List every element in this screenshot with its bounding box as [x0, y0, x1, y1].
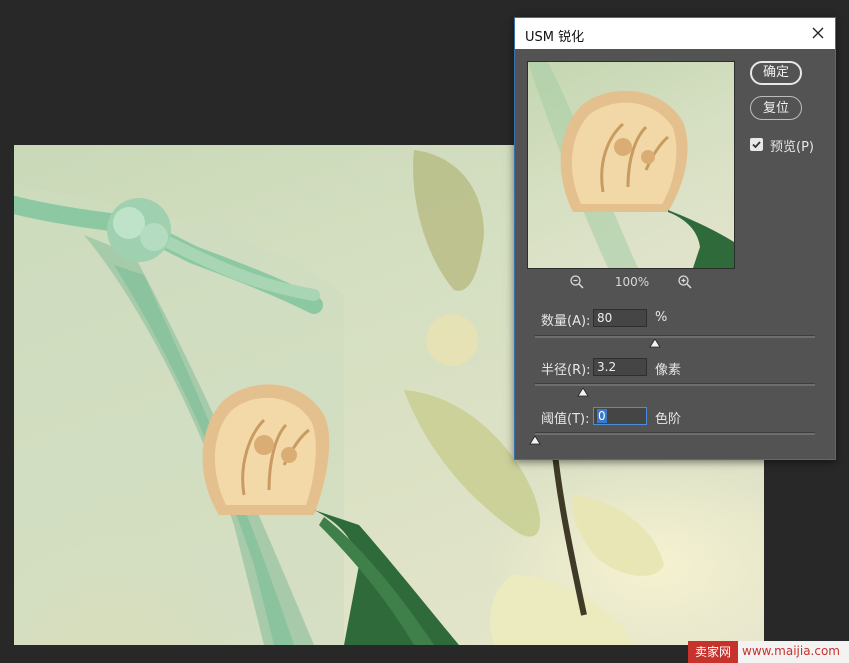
dialog-title: USM 锐化 [525, 30, 585, 45]
amount-input[interactable]: 80 [593, 309, 647, 327]
check-icon [752, 141, 761, 149]
threshold-slider-thumb[interactable] [529, 436, 541, 445]
preview-label[interactable]: 预览(P) [770, 136, 814, 155]
amount-slider-track[interactable] [535, 335, 815, 338]
radius-label: 半径(R): [541, 363, 591, 378]
watermark-url: www.maijia.com [742, 644, 840, 658]
threshold-value: 0 [597, 409, 607, 423]
radius-input[interactable]: 3.2 [593, 358, 647, 376]
preview-checkbox[interactable] [750, 138, 763, 151]
threshold-unit: 色阶 [655, 412, 682, 427]
ok-button[interactable]: 确定 [750, 61, 802, 85]
close-icon [812, 27, 824, 39]
amount-label: 数量(A): [541, 314, 591, 329]
usm-sharpen-dialog: USM 锐化 100% 确定 复位 预览(P) 数量(A): 80 % 半径(R… [514, 17, 836, 460]
threshold-input[interactable]: 0 [593, 407, 647, 425]
zoom-out-icon [570, 275, 584, 289]
threshold-label: 阈值(T): [541, 412, 590, 427]
amount-slider-thumb[interactable] [649, 339, 662, 348]
zoom-level: 100% [614, 275, 650, 289]
radius-slider-thumb[interactable] [576, 388, 589, 397]
threshold-slider-track[interactable] [535, 432, 815, 435]
zoom-in-button[interactable] [677, 274, 693, 290]
zoom-out-button[interactable] [569, 274, 585, 290]
close-button[interactable] [801, 18, 835, 49]
radius-slider-track[interactable] [535, 383, 815, 386]
reset-button[interactable]: 复位 [750, 96, 802, 120]
watermark: 卖家网 www.maijia.com [688, 641, 849, 663]
radius-unit: 像素 [655, 363, 682, 378]
watermark-brand: 卖家网 [688, 641, 738, 663]
preview-image[interactable] [527, 61, 735, 269]
zoom-controls: 100% [527, 274, 733, 292]
dialog-titlebar[interactable]: USM 锐化 [515, 18, 835, 49]
zoom-in-icon [678, 275, 692, 289]
preview-artwork [528, 62, 734, 268]
amount-unit: % [655, 310, 668, 325]
